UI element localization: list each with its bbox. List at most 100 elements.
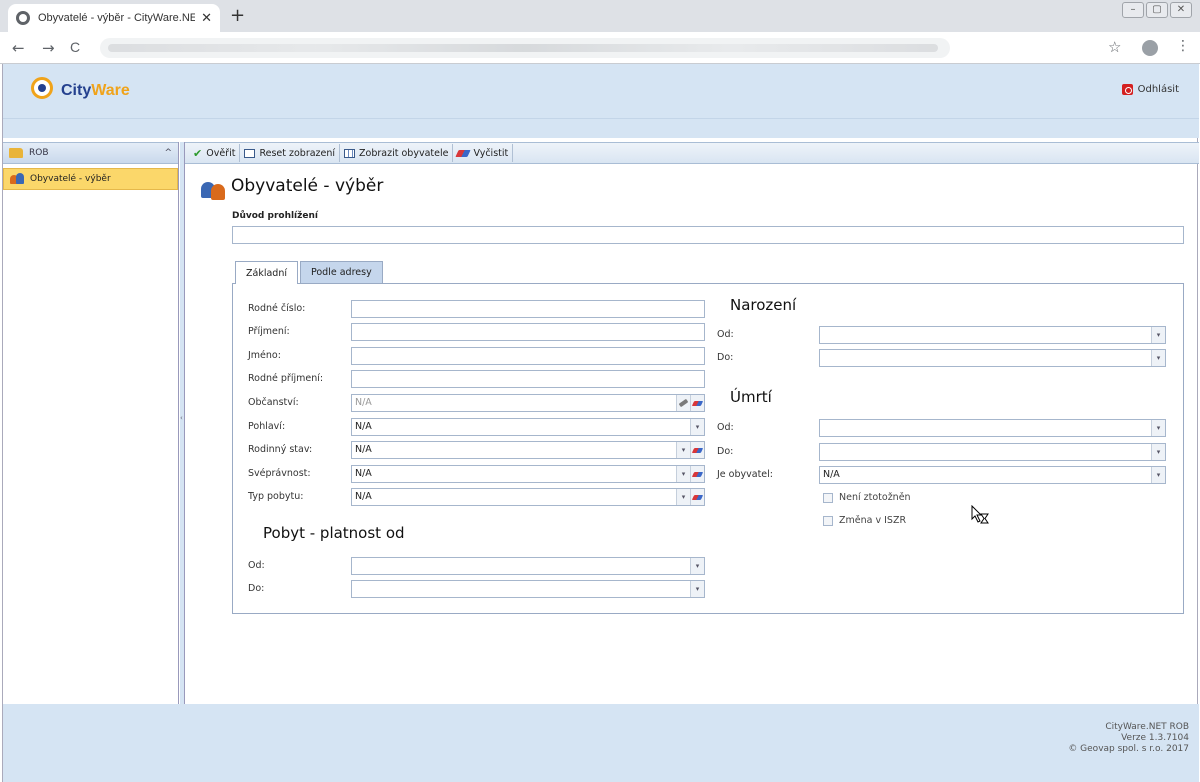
chevron-down-icon[interactable]: ▾ [1151,420,1165,436]
first-name-input[interactable] [351,347,705,365]
minimize-button[interactable]: – [1122,2,1144,18]
new-tab-button[interactable]: + [230,5,245,26]
eraser-icon[interactable] [690,466,704,482]
chevron-down-icon[interactable]: ▾ [690,558,704,574]
chevron-down-icon[interactable]: ▾ [1151,327,1165,343]
citizenship-input[interactable]: N/A [351,394,705,412]
check-icon: ✔ [193,146,203,160]
death-section-title: Úmrtí [730,388,772,406]
sex-label: Pohlaví: [248,421,286,432]
death-from-label: Od: [717,422,734,433]
chevron-down-icon[interactable]: ▾ [1151,467,1165,483]
clear-label: Vyčistit [473,147,509,159]
cityware-logo: CityWare [31,76,130,100]
browser-tab-title: Obyvatelé - výběr - CityWare.NET R [38,12,196,24]
chevron-down-icon[interactable]: ▾ [690,419,704,435]
chevron-up-icon[interactable]: ^ [164,148,172,158]
reload-icon[interactable]: C [70,39,80,55]
not-identified-checkbox[interactable]: Není ztotožněn [823,492,911,503]
sex-value: N/A [355,421,372,432]
legal-capacity-value: N/A [355,468,372,479]
chevron-down-icon[interactable]: ▾ [676,442,690,458]
residence-to-label: Do: [248,583,265,594]
main-content: Obyvatelé - výběr Důvod prohlížení Zákla… [185,166,1199,704]
filter-tabs: Základní Podle adresy [235,261,385,284]
reason-input[interactable] [232,226,1184,244]
reset-view-button[interactable]: Reset zobrazení [240,144,341,162]
browser-tab[interactable]: Obyvatelé - výběr - CityWare.NET R ✕ [8,4,220,32]
birth-number-input[interactable] [351,300,705,318]
residence-type-label: Typ pobytu: [248,491,304,502]
chevron-down-icon[interactable]: ▾ [676,489,690,505]
birth-from-date[interactable]: ▾ [819,326,1166,344]
show-residents-label: Zobrazit obyvatele [359,147,449,159]
url-input[interactable] [100,38,950,58]
surname-input[interactable] [351,323,705,341]
window-close-button[interactable]: ✕ [1170,2,1192,18]
birth-to-date[interactable]: ▾ [819,349,1166,367]
death-from-date[interactable]: ▾ [819,419,1166,437]
chevron-down-icon[interactable]: ▾ [1151,350,1165,366]
busy-cursor-icon [971,505,989,524]
back-icon[interactable]: ← [12,39,25,57]
chevron-down-icon[interactable]: ▾ [1151,444,1165,460]
logout-label: Odhlásit [1137,84,1179,95]
birth-surname-label: Rodné příjmení: [248,373,324,384]
folder-icon [9,148,23,158]
logout-button[interactable]: Odhlásit [1121,84,1179,95]
residence-from-label: Od: [248,560,265,571]
edit-pencil-icon[interactable] [676,395,690,411]
birth-number-label: Rodné číslo: [248,303,306,314]
is-resident-select[interactable]: N/A ▾ [819,466,1166,484]
logo-ware: Ware [91,82,130,99]
tab-zakladni[interactable]: Základní [235,261,298,284]
eraser-icon[interactable] [690,489,704,505]
death-to-date[interactable]: ▾ [819,443,1166,461]
logo-city: City [61,82,92,99]
people-icon [201,178,227,200]
blurred-url [108,44,938,52]
marital-status-value: N/A [355,444,372,455]
is-resident-value: N/A [823,469,840,480]
birth-to-label: Do: [717,352,734,363]
iszr-change-checkbox[interactable]: Změna v ISZR [823,515,906,526]
birth-surname-input[interactable] [351,370,705,388]
splitter-arrow-icon[interactable]: ‹ [180,414,183,422]
checkbox-box[interactable] [823,492,833,503]
close-tab-icon[interactable]: ✕ [201,11,212,26]
legal-capacity-select[interactable]: N/A ▾ [351,465,705,483]
residence-validity-title: Pobyt - platnost od [263,524,405,542]
checkbox-box[interactable] [823,515,833,526]
marital-status-label: Rodinný stav: [248,444,313,455]
maximize-button[interactable]: ▢ [1146,2,1168,18]
eraser-icon[interactable] [690,442,704,458]
people-icon [10,173,24,185]
chevron-down-icon[interactable]: ▾ [676,466,690,482]
is-resident-label: Je obyvatel: [717,469,773,480]
window-reset-icon [244,148,256,158]
sidebar-section-rob[interactable]: ROB ^ [3,142,178,164]
eraser-icon [455,149,472,157]
residence-from-date[interactable]: ▾ [351,557,705,575]
verify-button[interactable]: ✔ Ověřit [189,144,241,162]
iszr-change-label: Změna v ISZR [839,515,907,526]
chevron-down-icon[interactable]: ▾ [690,581,704,597]
eraser-icon[interactable] [690,395,704,411]
show-residents-button[interactable]: Zobrazit obyvatele [340,144,454,162]
address-bar: ← → C ☆ ⋮ [0,32,1200,64]
citizenship-value: N/A [355,397,372,408]
sex-select[interactable]: N/A ▾ [351,418,705,436]
tab-podle-adresy[interactable]: Podle adresy [299,261,383,283]
globe-icon [16,11,30,25]
profile-avatar[interactable] [1142,40,1158,56]
menu-icon[interactable]: ⋮ [1176,38,1190,54]
residence-to-date[interactable]: ▾ [351,580,705,598]
clear-button[interactable]: Vyčistit [453,144,514,162]
residence-type-select[interactable]: N/A ▾ [351,488,705,506]
sidebar-item-obyvatele-vyber[interactable]: Obyvatelé - výběr [3,168,178,190]
marital-status-select[interactable]: N/A ▾ [351,441,705,459]
star-icon[interactable]: ☆ [1108,38,1121,56]
forward-icon[interactable]: → [42,39,55,57]
footer-version: Verze 1.3.7104 [1121,733,1189,743]
surname-label: Příjmení: [248,326,290,337]
